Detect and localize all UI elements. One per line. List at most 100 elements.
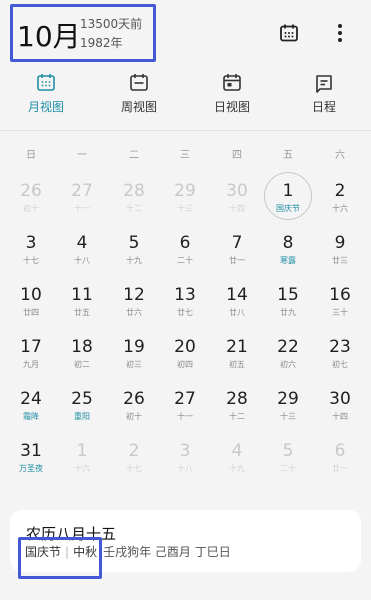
lunar-day-label: 重阳	[74, 412, 90, 421]
day-info-line: 国庆节 | 中秋 壬戌狗年 己酉月 丁巳日	[25, 543, 231, 560]
day-cell[interactable]: 23 初七	[315, 328, 365, 380]
tab-schedule[interactable]: 日程	[284, 68, 364, 120]
day-cell[interactable]: 28 十二	[212, 380, 262, 432]
header: 10月 13500天前 1982年	[0, 0, 371, 62]
day-number: 9	[334, 233, 346, 253]
day-cell[interactable]: 3 十八	[160, 432, 210, 484]
day-cell[interactable]: 3 十七	[6, 224, 56, 276]
day-cell[interactable]: 14 廿八	[212, 276, 262, 328]
day-cell[interactable]: 25 重阳	[57, 380, 107, 432]
day-cell[interactable]: 28 十二	[109, 172, 159, 224]
divider	[0, 130, 371, 131]
day-cell[interactable]: 18 初二	[57, 328, 107, 380]
day-cell[interactable]: 6 二十	[160, 224, 210, 276]
week-view-icon	[130, 74, 148, 91]
day-number: 5	[282, 441, 294, 461]
day-cell[interactable]: 30 十四	[315, 380, 365, 432]
day-cell[interactable]: 12 廿六	[109, 276, 159, 328]
day-cell[interactable]: 27 十一	[57, 172, 107, 224]
weekday-label: 二	[129, 150, 139, 161]
day-cell[interactable]: 29 十三	[160, 172, 210, 224]
lunar-day-label: 十八	[177, 464, 193, 473]
day-cell[interactable]: 11 廿五	[57, 276, 107, 328]
day-cell[interactable]: 26 初十	[109, 380, 159, 432]
tab-month-view[interactable]: 月视图	[6, 68, 86, 120]
month-view-icon	[37, 74, 55, 91]
day-cell[interactable]: 9 廿三	[315, 224, 365, 276]
day-number: 5	[128, 233, 140, 253]
day-cell-selected[interactable]: 1 国庆节	[263, 172, 313, 224]
day-number: 13	[174, 285, 196, 305]
lunar-day-label: 十一	[177, 412, 193, 421]
lunar-day-label: 十四	[229, 204, 245, 213]
tab-label: 日视图	[213, 100, 250, 114]
lunar-day-label: 廿五	[74, 308, 90, 317]
day-number: 30	[329, 389, 351, 409]
day-cell[interactable]: 26 初十	[6, 172, 56, 224]
lunar-day-label: 十二	[229, 412, 245, 421]
day-number: 6	[334, 441, 346, 461]
day-number: 20	[174, 337, 196, 357]
day-cell[interactable]: 27 十一	[160, 380, 210, 432]
month-title[interactable]: 10月	[17, 15, 81, 55]
day-cell[interactable]: 30 十四	[212, 172, 262, 224]
lunar-day-label: 霜降	[23, 412, 39, 421]
day-cell[interactable]: 31 万圣夜	[6, 432, 56, 484]
day-cell[interactable]: 13 廿七	[160, 276, 210, 328]
day-cell[interactable]: 16 三十	[315, 276, 365, 328]
tab-label: 周视图	[120, 100, 157, 114]
day-cell[interactable]: 4 十九	[212, 432, 262, 484]
weekday-label: 六	[335, 150, 345, 161]
day-cell[interactable]: 20 初四	[160, 328, 210, 380]
day-cell[interactable]: 10 廿四	[6, 276, 56, 328]
view-tabs: 月视图 周视图 日视图 日程	[0, 68, 371, 120]
day-cell[interactable]: 7 廿一	[212, 224, 262, 276]
tab-day-view[interactable]: 日视图	[192, 68, 272, 120]
lunar-day-label: 廿九	[280, 308, 296, 317]
day-number: 22	[277, 337, 299, 357]
day-cell[interactable]: 21 初五	[212, 328, 262, 380]
lunar-day-label: 十九	[126, 256, 142, 265]
day-number: 2	[128, 441, 140, 461]
day-number: 1	[76, 441, 88, 461]
day-cell[interactable]: 2 十七	[109, 432, 159, 484]
festival-tag: 国庆节	[25, 545, 62, 559]
day-number: 2	[334, 181, 346, 201]
day-number: 30	[226, 181, 248, 201]
weekday-label: 三	[180, 150, 190, 161]
tab-week-view[interactable]: 周视图	[99, 68, 179, 120]
day-number: 19	[123, 337, 145, 357]
day-number: 25	[71, 389, 93, 409]
day-number: 26	[123, 389, 145, 409]
day-cell[interactable]: 6 廿一	[315, 432, 365, 484]
year-label: 1982年	[80, 36, 123, 50]
day-number: 27	[174, 389, 196, 409]
lunar-day-label: 十六	[74, 464, 90, 473]
day-view-icon	[223, 74, 241, 91]
calendar-button[interactable]	[276, 20, 302, 46]
lunar-day-label: 寒露	[280, 256, 296, 265]
day-number: 7	[231, 233, 243, 253]
day-number: 31	[20, 441, 42, 461]
tag-separator: |	[65, 545, 70, 559]
more-button[interactable]	[327, 20, 353, 46]
day-cell[interactable]: 15 廿九	[263, 276, 313, 328]
day-cell[interactable]: 17 九月	[6, 328, 56, 380]
day-number: 4	[231, 441, 243, 461]
day-cell[interactable]: 5 十九	[109, 224, 159, 276]
day-cell[interactable]: 19 初三	[109, 328, 159, 380]
day-number: 3	[179, 441, 191, 461]
day-cell[interactable]: 2 十六	[315, 172, 365, 224]
day-cell[interactable]: 22 初六	[263, 328, 313, 380]
day-cell[interactable]: 4 十八	[57, 224, 107, 276]
festival-tag: 中秋	[73, 545, 98, 559]
day-cell[interactable]: 8 寒露	[263, 224, 313, 276]
lunar-day-label: 初三	[126, 360, 142, 369]
day-cell[interactable]: 29 十三	[263, 380, 313, 432]
day-cell[interactable]: 24 霜降	[6, 380, 56, 432]
day-cell[interactable]: 1 十六	[57, 432, 107, 484]
lunar-day-label: 廿三	[332, 256, 348, 265]
lunar-day-label: 初四	[177, 360, 193, 369]
day-cell[interactable]: 5 二十	[263, 432, 313, 484]
more-vertical-icon	[338, 24, 342, 42]
